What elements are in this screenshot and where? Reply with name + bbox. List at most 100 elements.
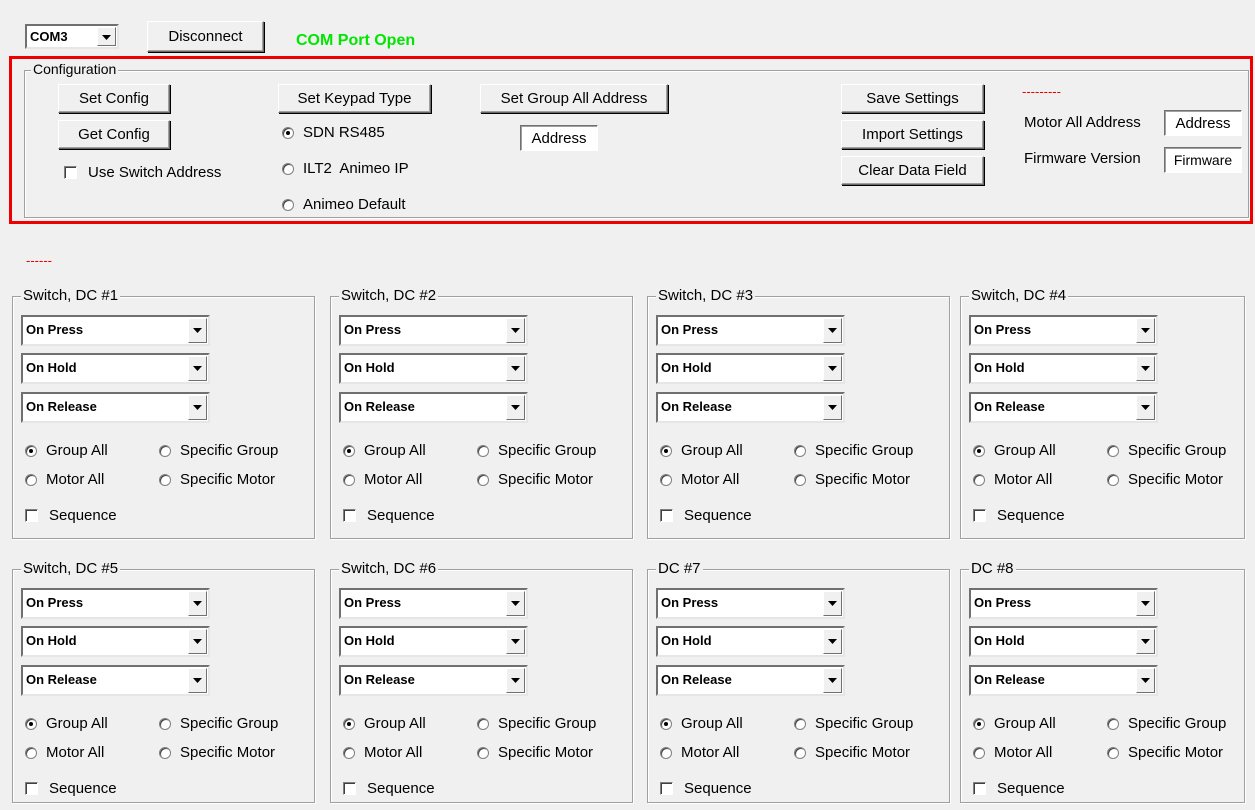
specific-group-radio[interactable]: Specific Group <box>477 442 596 459</box>
keypad-radio-animeo-default[interactable]: Animeo Default <box>282 196 406 213</box>
radio-dot[interactable] <box>973 717 985 730</box>
on-hold-select[interactable]: On Hold <box>21 626 210 657</box>
on-release-select[interactable]: On Release <box>969 392 1158 423</box>
motor-all-radio[interactable]: Motor All <box>973 744 1052 761</box>
sequence-checkbox[interactable]: Sequence <box>343 507 435 524</box>
on-release-select[interactable]: On Release <box>656 665 845 696</box>
radio-dot[interactable] <box>973 473 985 486</box>
specific-group-radio[interactable]: Specific Group <box>1107 715 1226 732</box>
sequence-checkbox[interactable]: Sequence <box>660 780 752 797</box>
group-all-radio[interactable]: Group All <box>25 715 108 732</box>
radio-dot[interactable] <box>794 444 806 457</box>
motor-all-radio[interactable]: Motor All <box>973 471 1052 488</box>
sequence-checkbox[interactable]: Sequence <box>660 507 752 524</box>
group-all-radio[interactable]: Group All <box>343 442 426 459</box>
radio-dot[interactable] <box>159 717 171 730</box>
keypad-radio-ilt2-animeo-ip[interactable]: ILT2 Animeo IP <box>282 160 409 177</box>
specific-motor-radio[interactable]: Specific Motor <box>1107 471 1223 488</box>
group-all-radio[interactable]: Group All <box>973 715 1056 732</box>
on-release-select[interactable]: On Release <box>656 392 845 423</box>
sequence-checkbox[interactable]: Sequence <box>343 780 435 797</box>
set-config-button[interactable]: Set Config <box>58 84 170 113</box>
motor-all-address-input[interactable]: Address <box>1164 110 1242 136</box>
clear-data-field-button[interactable]: Clear Data Field <box>841 156 984 185</box>
radio-dot[interactable] <box>660 717 672 730</box>
chevron-down-icon[interactable] <box>188 356 207 381</box>
radio-dot[interactable] <box>25 717 37 730</box>
chevron-down-icon[interactable] <box>1136 318 1155 343</box>
chevron-down-icon[interactable] <box>1136 591 1155 616</box>
chevron-down-icon[interactable] <box>506 356 525 381</box>
disconnect-button[interactable]: Disconnect <box>147 21 264 52</box>
group-all-radio[interactable]: Group All <box>973 442 1056 459</box>
checkbox-box[interactable] <box>660 509 673 522</box>
specific-motor-radio[interactable]: Specific Motor <box>159 471 275 488</box>
specific-motor-radio[interactable]: Specific Motor <box>1107 744 1223 761</box>
radio-dot[interactable] <box>25 473 37 486</box>
chevron-down-icon[interactable] <box>823 668 842 693</box>
radio-dot[interactable] <box>973 444 985 457</box>
radio-dot[interactable] <box>1107 444 1119 457</box>
chevron-down-icon[interactable] <box>188 668 207 693</box>
specific-group-radio[interactable]: Specific Group <box>477 715 596 732</box>
radio-dot[interactable] <box>477 717 489 730</box>
chevron-down-icon[interactable] <box>823 591 842 616</box>
radio-dot[interactable] <box>343 473 355 486</box>
radio-dot[interactable] <box>343 746 355 759</box>
radio-dot[interactable] <box>343 717 355 730</box>
radio-dot[interactable] <box>660 473 672 486</box>
checkbox-box[interactable] <box>25 509 38 522</box>
use-switch-address-checkbox[interactable]: Use Switch Address <box>64 164 221 181</box>
on-press-select[interactable]: On Press <box>339 315 528 346</box>
chevron-down-icon[interactable] <box>823 318 842 343</box>
checkbox-box[interactable] <box>973 782 986 795</box>
on-press-select[interactable]: On Press <box>656 588 845 619</box>
checkbox-box[interactable] <box>64 166 77 179</box>
chevron-down-icon[interactable] <box>823 629 842 654</box>
motor-all-radio[interactable]: Motor All <box>25 744 104 761</box>
on-hold-select[interactable]: On Hold <box>21 353 210 384</box>
radio-dot[interactable] <box>477 746 489 759</box>
specific-motor-radio[interactable]: Specific Motor <box>794 471 910 488</box>
set-group-all-address-button[interactable]: Set Group All Address <box>480 84 668 113</box>
keypad-radio-sdn-rs485[interactable]: SDN RS485 <box>282 124 385 141</box>
motor-all-radio[interactable]: Motor All <box>343 744 422 761</box>
chevron-down-icon[interactable] <box>823 395 842 420</box>
chevron-down-icon[interactable] <box>188 395 207 420</box>
on-hold-select[interactable]: On Hold <box>969 626 1158 657</box>
motor-all-radio[interactable]: Motor All <box>343 471 422 488</box>
on-press-select[interactable]: On Press <box>339 588 528 619</box>
chevron-down-icon[interactable] <box>823 356 842 381</box>
specific-motor-radio[interactable]: Specific Motor <box>159 744 275 761</box>
radio-dot[interactable] <box>1107 473 1119 486</box>
on-release-select[interactable]: On Release <box>339 392 528 423</box>
group-all-radio[interactable]: Group All <box>660 442 743 459</box>
chevron-down-icon[interactable] <box>188 591 207 616</box>
on-hold-select[interactable]: On Hold <box>656 353 845 384</box>
checkbox-box[interactable] <box>660 782 673 795</box>
on-release-select[interactable]: On Release <box>21 392 210 423</box>
on-press-select[interactable]: On Press <box>21 315 210 346</box>
chevron-down-icon[interactable] <box>1136 629 1155 654</box>
chevron-down-icon[interactable] <box>506 395 525 420</box>
chevron-down-icon[interactable] <box>1136 356 1155 381</box>
on-hold-select[interactable]: On Hold <box>339 353 528 384</box>
group-address-input[interactable]: Address <box>520 125 598 151</box>
on-hold-select[interactable]: On Hold <box>339 626 528 657</box>
chevron-down-icon[interactable] <box>506 591 525 616</box>
on-release-select[interactable]: On Release <box>969 665 1158 696</box>
radio-dot[interactable] <box>1107 746 1119 759</box>
chevron-down-icon[interactable] <box>506 318 525 343</box>
sequence-checkbox[interactable]: Sequence <box>973 780 1065 797</box>
group-all-radio[interactable]: Group All <box>660 715 743 732</box>
radio-dot[interactable] <box>159 473 171 486</box>
radio-dot[interactable] <box>159 746 171 759</box>
radio-dot[interactable] <box>660 444 672 457</box>
radio-dot[interactable] <box>282 162 294 175</box>
on-press-select[interactable]: On Press <box>656 315 845 346</box>
save-settings-button[interactable]: Save Settings <box>841 84 984 113</box>
radio-dot[interactable] <box>660 746 672 759</box>
motor-all-radio[interactable]: Motor All <box>25 471 104 488</box>
radio-dot[interactable] <box>25 746 37 759</box>
specific-group-radio[interactable]: Specific Group <box>159 715 278 732</box>
